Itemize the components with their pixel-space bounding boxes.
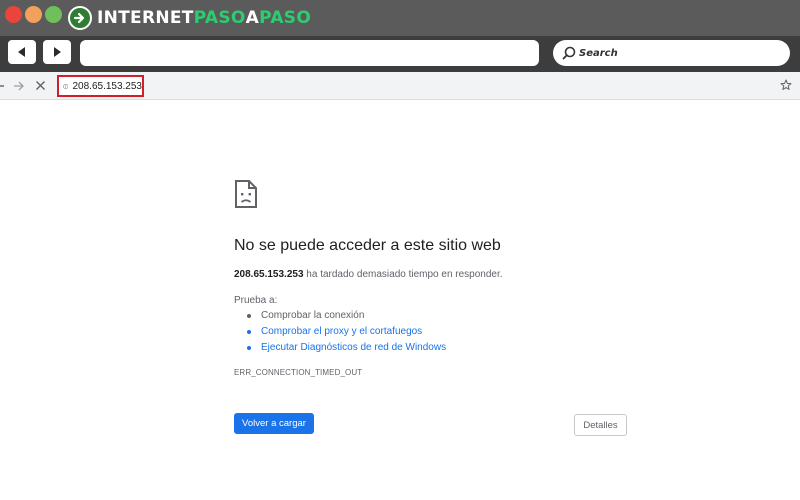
brand-text-internet: INTERNET [97, 8, 194, 28]
forward-arrow-icon [54, 47, 61, 57]
mockup-url-field[interactable] [80, 40, 539, 66]
url-field[interactable]: 208.65.153.253 [57, 75, 144, 97]
maximize-window-button[interactable] [45, 6, 62, 23]
suggestion-text[interactable]: Comprobar el proxy y el cortafuegos [261, 326, 422, 337]
suggestion-run-diagnostics-link[interactable]: Ejecutar Diagnósticos de red de Windows [247, 342, 446, 353]
error-code: ERR_CONNECTION_TIMED_OUT [234, 368, 363, 377]
back-arrow-icon[interactable] [0, 78, 6, 94]
brand-logo: INTERNET PASO A PASO [68, 5, 311, 31]
close-window-button[interactable] [5, 6, 22, 23]
error-description: 208.65.153.253 ha tardado demasiado tiem… [234, 269, 503, 280]
mockup-title-bar: INTERNET PASO A PASO [0, 0, 800, 36]
error-host: 208.65.153.253 [234, 269, 304, 280]
minimize-window-button[interactable] [25, 6, 42, 23]
brand-text-a: A [245, 8, 260, 28]
details-button[interactable]: Detalles [574, 414, 627, 436]
suggestion-check-connection: Comprobar la conexión [247, 310, 364, 321]
brand-text-paso: PASO [193, 8, 246, 28]
brand-text-paso-2: PASO [259, 8, 312, 28]
error-title: No se puede acceder a este sitio web [234, 237, 501, 254]
reload-button[interactable]: Volver a cargar [234, 413, 314, 434]
mockup-search-field[interactable]: Search [553, 40, 790, 66]
browser-address-bar: 208.65.153.253 [0, 72, 800, 100]
mockup-forward-button[interactable] [43, 40, 71, 64]
sad-page-icon [235, 180, 257, 208]
stop-icon[interactable] [35, 80, 46, 91]
bullet [247, 345, 251, 350]
back-arrow-icon [18, 47, 25, 57]
brand-arrow-icon [68, 6, 92, 30]
info-icon[interactable] [63, 81, 69, 92]
error-message: ha tardado demasiado tiempo en responder… [306, 269, 503, 280]
search-label: Search [579, 47, 618, 59]
mockup-back-button[interactable] [8, 40, 36, 64]
bullet [247, 313, 251, 318]
url-text: 208.65.153.253 [72, 80, 142, 92]
suggestion-text[interactable]: Ejecutar Diagnósticos de red de Windows [261, 342, 446, 353]
suggestion-text: Comprobar la conexión [261, 310, 365, 321]
mockup-toolbar: Search [0, 36, 800, 72]
bullet [247, 329, 251, 334]
forward-arrow-icon[interactable] [13, 80, 25, 92]
search-icon [562, 46, 576, 60]
suggestion-check-proxy-link[interactable]: Comprobar el proxy y el cortafuegos [247, 326, 422, 337]
try-label: Prueba a: [234, 295, 278, 306]
star-icon[interactable] [780, 79, 792, 91]
